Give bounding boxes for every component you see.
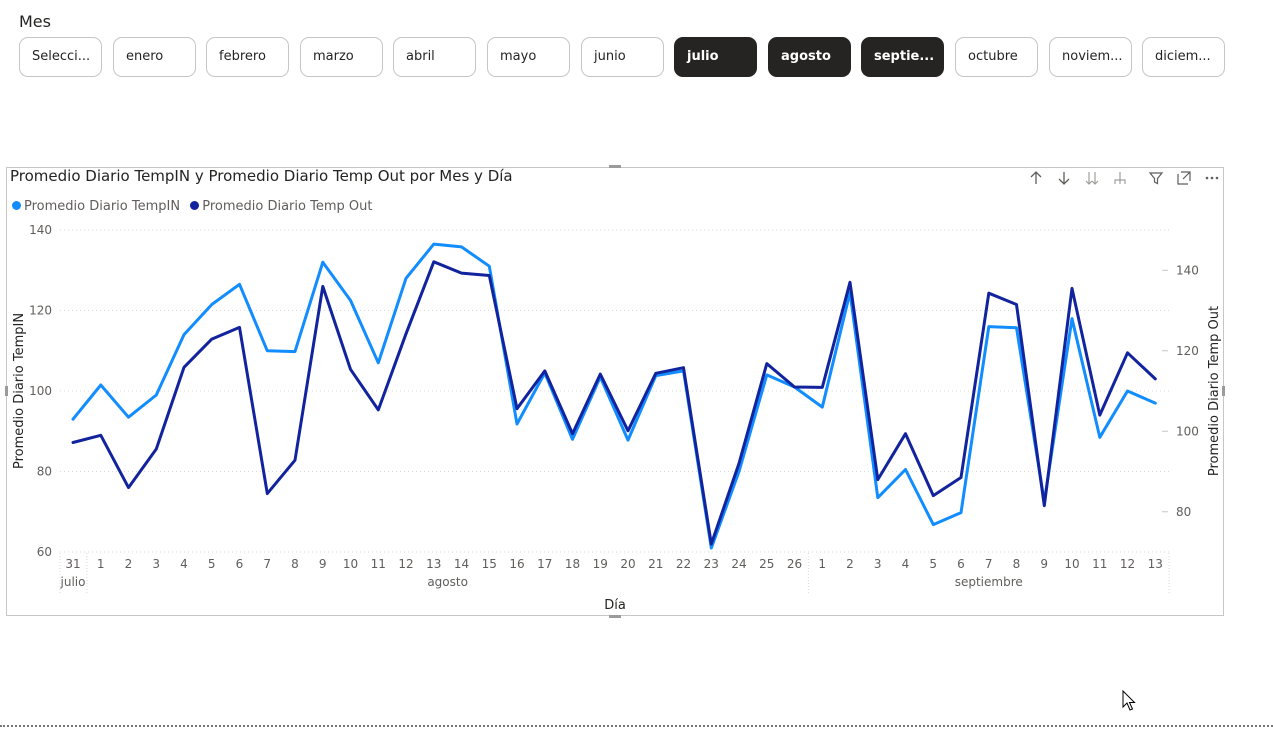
x-tick-label-23: 23 [704,557,719,571]
x-tick-label-1: 1 [97,557,105,571]
y2-tick-label-3: 140 [1176,263,1199,277]
x-tick-label-10: 10 [343,557,358,571]
page-bottom-divider [0,725,1273,727]
x-tick-label-16: 16 [509,557,524,571]
x-tick-label-22: 22 [676,557,691,571]
y2-tick-label-0: 80 [1176,505,1191,519]
x-tick-label-32: 6 [957,557,965,571]
x-tick-label-36: 10 [1064,557,1079,571]
x-tick-label-29: 3 [874,557,882,571]
x-tick-label-34: 8 [1013,557,1021,571]
line-chart: 608010012014080100120140Promedio Diario … [12,223,1222,613]
x-tick-label-24: 24 [731,557,746,571]
x-tick-label-39: 13 [1148,557,1163,571]
y2-tick-label-2: 120 [1176,344,1199,358]
x-tick-label-0: 31 [65,557,80,571]
x-tick-label-8: 8 [291,557,299,571]
x-tick-label-14: 14 [454,557,469,571]
x-tick-label-5: 5 [208,557,216,571]
x-tick-label-6: 6 [236,557,244,571]
x-tick-label-35: 9 [1040,557,1048,571]
x-tick-label-12: 12 [398,557,413,571]
x-tick-label-30: 4 [902,557,910,571]
y-tick-label-1: 80 [37,465,52,479]
y-tick-label-4: 140 [29,223,52,237]
x-tick-label-26: 26 [787,557,802,571]
x-axis-title: Día [604,598,626,613]
x-tick-label-9: 9 [319,557,327,571]
month-label-julio: julio [60,575,86,589]
x-tick-label-2: 2 [125,557,133,571]
y-axis-title: Promedio Diario TempIN [12,313,27,469]
month-label-septiembre: septiembre [955,575,1023,589]
x-tick-label-27: 1 [818,557,826,571]
series-line-0 [71,242,1157,550]
y2-tick-label-1: 100 [1176,424,1199,438]
x-tick-label-37: 11 [1092,557,1107,571]
y-tick-label-0: 60 [37,545,52,559]
x-tick-label-18: 18 [565,557,580,571]
x-tick-label-28: 2 [846,557,854,571]
x-tick-label-17: 17 [537,557,552,571]
x-tick-label-7: 7 [263,557,271,571]
x-tick-label-15: 15 [482,557,497,571]
x-tick-label-38: 12 [1120,557,1135,571]
month-label-agosto: agosto [427,575,468,589]
x-tick-label-31: 5 [929,557,937,571]
x-tick-label-20: 20 [620,557,635,571]
series-line-1 [71,260,1157,546]
y2-axis-title: Promedio Diario Temp Out [1207,306,1222,476]
x-tick-label-33: 7 [985,557,993,571]
y-tick-label-3: 120 [29,304,52,318]
x-tick-label-13: 13 [426,557,441,571]
x-tick-label-3: 3 [152,557,160,571]
x-tick-label-25: 25 [759,557,774,571]
y-tick-label-2: 100 [29,384,52,398]
x-tick-label-19: 19 [593,557,608,571]
x-tick-label-11: 11 [371,557,386,571]
x-tick-label-4: 4 [180,557,188,571]
mouse-cursor-icon [1122,689,1136,716]
x-tick-label-21: 21 [648,557,663,571]
